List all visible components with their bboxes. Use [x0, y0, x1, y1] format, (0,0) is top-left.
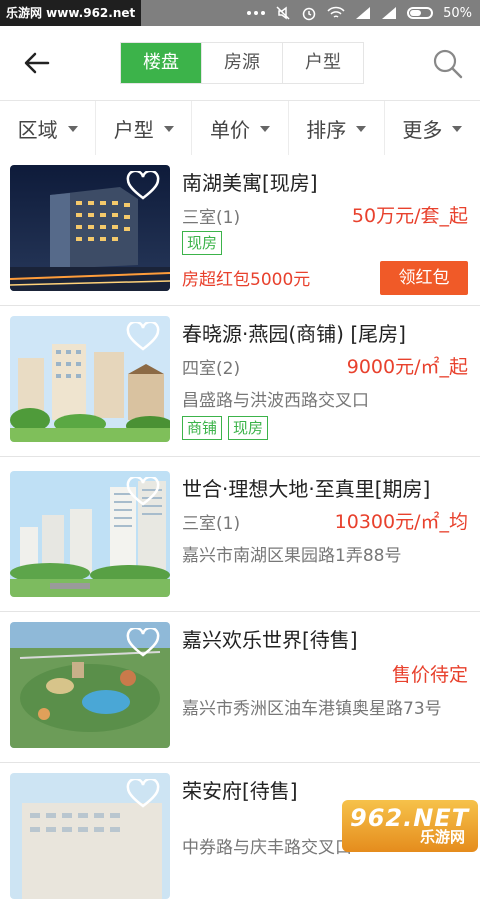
favorite-heart-icon[interactable] [126, 779, 160, 809]
mute-icon [276, 6, 290, 20]
listing-price: 50万元/套_起 [351, 205, 468, 227]
status-bar: 乐游网 www.962.net 50% [0, 0, 480, 26]
top-bar: 楼盘 房源 户型 [0, 26, 480, 100]
listing-title: 嘉兴欢乐世界[待售] [182, 628, 358, 652]
filter-bar: 区域 户型 单价 排序 更多 [0, 100, 480, 156]
filter-unit-price-label: 单价 [210, 117, 250, 142]
tab-fangyuan[interactable]: 房源 [201, 43, 282, 83]
listing-thumbnail [10, 165, 170, 291]
tag-badge: 现房 [228, 416, 269, 440]
favorite-heart-icon[interactable] [126, 477, 160, 507]
listing-item[interactable]: 嘉兴欢乐世界[待售] 售价待定 嘉兴市秀洲区油车港镇奥星路73号 [0, 612, 480, 763]
listing-address: 嘉兴市秀洲区油车港镇奥星路73号 [182, 699, 442, 719]
favorite-heart-icon[interactable] [126, 322, 160, 352]
watermark-sub: 乐游网 [420, 828, 466, 846]
listing-item[interactable]: 南湖美寓[现房] 三室(1) 50万元/套_起 现房 房超红包5000元 领红包 [0, 155, 480, 306]
listing-tags: 现房 [182, 231, 223, 255]
listing-price: 10300元/㎡_均 [334, 511, 468, 533]
tab-huxing[interactable]: 户型 [282, 43, 363, 83]
battery-icon [407, 7, 434, 19]
listing-price: 9000元/㎡_起 [346, 356, 468, 378]
favorite-heart-icon[interactable] [126, 171, 160, 201]
more-dots-icon [247, 11, 266, 15]
listing-address: 昌盛路与洪波西路交叉口 [182, 391, 369, 411]
signal-icon-2 [382, 7, 397, 19]
listing-title: 南湖美寓[现房] [182, 171, 318, 195]
dropdown-caret-icon [67, 126, 78, 132]
filter-layout[interactable]: 户型 [95, 101, 191, 155]
tag-badge: 现房 [182, 231, 223, 255]
site-label: 乐游网 www.962.net [0, 0, 142, 26]
tab-loupan[interactable]: 楼盘 [121, 43, 201, 83]
listing-address: 嘉兴市南湖区果园路1弄88号 [182, 546, 402, 566]
filter-unit-price[interactable]: 单价 [191, 101, 287, 155]
listing-title: 世合·理想大地·至真里[期房] [182, 477, 431, 501]
wifi-icon [327, 6, 345, 18]
tag-badge: 商铺 [182, 416, 223, 440]
category-tabs: 楼盘 房源 户型 [120, 42, 364, 84]
filter-sort-label: 排序 [306, 117, 347, 142]
listing-thumbnail [10, 773, 170, 899]
site-watermark: 962.NET 乐游网 [342, 800, 478, 852]
listing-rooms: 三室(1) [182, 514, 241, 534]
filter-area-label: 区域 [17, 117, 58, 142]
favorite-heart-icon[interactable] [126, 628, 160, 658]
filter-sort[interactable]: 排序 [287, 101, 384, 155]
search-icon[interactable] [432, 48, 464, 80]
listing-thumbnail [10, 471, 170, 597]
listing-rooms: 三室(1) [182, 208, 241, 228]
listing-thumbnail [10, 622, 170, 748]
listing-address: 中券路与庆丰路交叉口 [182, 838, 352, 858]
back-arrow-icon[interactable] [22, 48, 52, 78]
listing-tags: 商铺 现房 [182, 416, 269, 440]
filter-layout-label: 户型 [113, 117, 154, 142]
listing-rooms: 四室(2) [182, 359, 241, 379]
listing-title: 春晓源·燕园(商铺) [尾房] [182, 322, 406, 346]
battery-percent: 50% [443, 5, 472, 21]
signal-icon [356, 7, 371, 19]
red-packet-button[interactable]: 领红包 [380, 261, 468, 295]
status-icons: 50% [247, 0, 472, 26]
listing-promo: 房超红包5000元 [182, 270, 311, 290]
dropdown-caret-icon [260, 126, 270, 132]
listing-thumbnail [10, 316, 170, 442]
dropdown-caret-icon [356, 126, 367, 132]
listing-item[interactable]: 春晓源·燕园(商铺) [尾房] 四室(2) 9000元/㎡_起 昌盛路与洪波西路… [0, 306, 480, 457]
dropdown-caret-icon [163, 126, 174, 132]
dropdown-caret-icon [452, 126, 463, 132]
listing-title: 荣安府[待售] [182, 779, 298, 803]
listing-item[interactable]: 世合·理想大地·至真里[期房] 三室(1) 10300元/㎡_均 嘉兴市南湖区果… [0, 461, 480, 612]
filter-area[interactable]: 区域 [0, 101, 95, 155]
alarm-icon [302, 7, 316, 21]
listing-price: 售价待定 [391, 664, 468, 686]
filter-more-label: 更多 [402, 117, 443, 142]
filter-more[interactable]: 更多 [383, 101, 480, 155]
